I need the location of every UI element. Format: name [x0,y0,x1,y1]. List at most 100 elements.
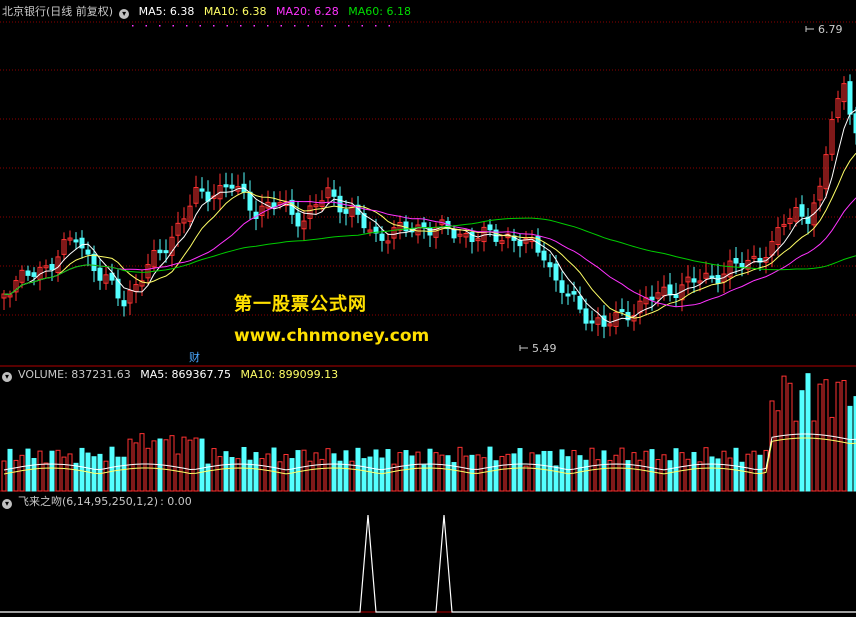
signal-panel-header: ▾ 飞来之吻(6,14,95,250,1,2): 0.00 [2,494,198,510]
volume-bar [217,456,223,492]
marker-dot [267,25,269,27]
volume-bar [97,453,103,492]
volume-bar [541,450,547,492]
candle-body [541,250,547,261]
volume-bar [253,452,259,492]
candle-body [577,295,583,310]
volume-bar [37,450,43,492]
volume-bar [517,448,523,492]
volume-bar [661,454,667,492]
marker-dot [361,25,363,27]
stock-chart: 6.79 5.49 财 [0,21,856,613]
candle-body [733,258,739,264]
candle-body [547,262,553,268]
volume-bar [775,410,781,492]
volume-bar [493,460,499,492]
volume-bar [19,454,25,492]
candlesticks [1,74,856,339]
volume-bar [277,461,283,492]
volume-bar [637,459,643,492]
volume-bar [559,449,565,492]
volume-bar [1,460,7,492]
volume-bar [691,451,697,492]
volume-bar [91,456,97,492]
volume-bar [31,457,37,492]
chevron-down-icon[interactable]: ▾ [2,372,12,382]
volume-bar [571,449,577,492]
candle-body [739,263,745,268]
volume-bar [229,457,235,492]
volume-bar [241,446,247,492]
chevron-down-icon[interactable]: ▾ [119,9,130,19]
volume-bar [487,446,493,492]
finance-event-marker[interactable]: 财 [189,350,200,364]
volume-bar [223,451,229,492]
volume-bar [847,405,853,492]
volume-bar [181,436,187,492]
volume-bar [577,455,583,492]
ma5-line [3,109,856,324]
candle-body [559,280,565,293]
candle-body [343,209,349,214]
volume-bar [805,373,811,492]
candle-body [487,224,493,231]
candle-body [517,240,523,247]
candle-body [229,184,235,189]
volume-bar [421,464,427,492]
volume-bar [727,457,733,492]
candle-body [565,293,571,297]
volume-bar [481,457,487,492]
volume-bar [121,456,127,492]
volume-bar [703,447,709,492]
volume-bar [313,452,319,492]
candle-body [73,239,79,243]
volume-bar [793,420,799,492]
volume-bar [49,450,55,492]
volume-bar [511,453,517,492]
stock-title[interactable]: 北京银行(日线 前复权) [2,5,113,18]
volume-bar [13,459,19,492]
volume-bar [7,448,13,492]
candle-body [379,233,385,241]
volume-bar [235,458,241,492]
ma60-indicator: MA60: 6.18 [348,5,411,18]
candle-body [451,228,457,239]
candle-body [199,188,205,192]
candle-body [589,320,595,324]
chevron-down-icon[interactable]: ▾ [2,499,12,509]
marker-dot [240,25,242,27]
candle-body [85,249,91,255]
marker-dot [280,25,282,27]
volume-bar [841,379,847,492]
volume-bar [625,460,631,492]
watermark-url: www.chnmoney.com [234,326,430,346]
volume-bar [193,437,199,492]
candle-body [25,270,31,276]
volume-bar [655,459,661,492]
volume-bar [343,450,349,492]
candle-body [691,278,697,283]
candle-body [619,309,625,313]
volume-bar [133,442,139,492]
candle-body [289,199,295,215]
price-grid [0,21,856,613]
volume-bar [205,463,211,492]
candle-body [223,184,229,188]
volume-bar [781,375,787,492]
marker-dot [226,25,228,27]
signal-spike-line [0,514,856,613]
volume-bar [361,458,367,492]
volume-bar [679,452,685,492]
volume-bar [373,449,379,492]
candle-body [91,253,97,272]
moving-average-lines [3,109,856,324]
volume-bar [535,454,541,492]
volume-bar [721,450,727,492]
candle-body [157,249,163,254]
candle-body [79,237,85,249]
marker-dot [199,25,201,27]
volume-bar [709,456,715,492]
volume-bar [325,448,331,492]
high-price-label: 6.79 [818,23,843,36]
volume-bar [271,447,277,492]
